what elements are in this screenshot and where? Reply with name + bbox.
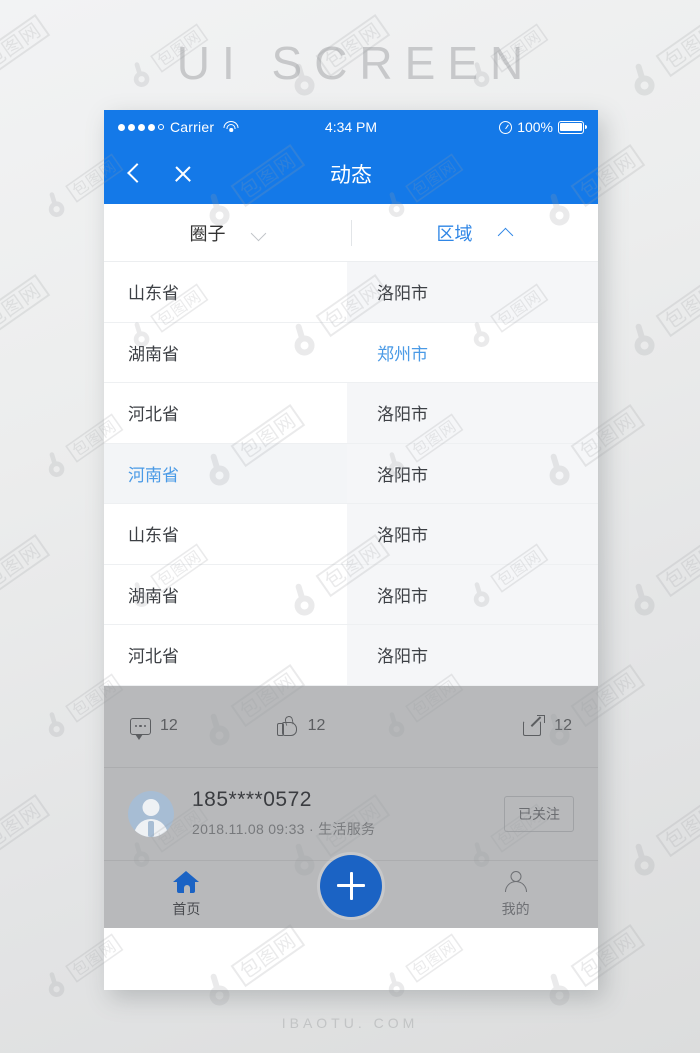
watermark-text: 包图网: [655, 273, 700, 338]
tab-profile-label: 我的: [501, 900, 530, 917]
region-dropdown-list: 山东省 洛阳市 湖南省 郑州市 河北省 洛阳市 河南省 洛阳市 山东省 洛阳市 …: [104, 262, 598, 686]
watermark-logo-icon: [38, 446, 75, 483]
signal-strength-icon: [118, 123, 164, 131]
table-row[interactable]: 湖南省 郑州市: [104, 322, 598, 383]
chevron-up-icon: [499, 226, 513, 240]
province-cell[interactable]: 河北省: [104, 383, 347, 443]
tab-home-label: 首页: [172, 900, 201, 917]
table-row[interactable]: 湖南省 洛阳市: [104, 564, 598, 625]
table-row[interactable]: 河北省 洛阳市: [104, 625, 598, 686]
watermark-text: 包图网: [0, 793, 51, 858]
watermark: 包图网: [620, 271, 700, 364]
city-cell[interactable]: 洛阳市: [347, 262, 598, 322]
filter-divider: [351, 220, 352, 246]
person-icon: [504, 870, 528, 893]
phone-mockup: Carrier 4:34 PM 100% 动态 圈子 区域 山东省 洛阳市 湖南…: [104, 110, 598, 990]
watermark-text: 包图网: [0, 533, 51, 598]
watermark: 包图网: [620, 791, 700, 884]
plus-icon[interactable]: [320, 854, 382, 917]
filter-circle[interactable]: 圈子: [104, 204, 351, 261]
carrier-label: Carrier: [170, 119, 215, 135]
dimmed-content: 12 12 12 185****0572 2018.11.08 09:33 · …: [104, 685, 598, 928]
watermark: 包图网: [620, 531, 700, 624]
province-cell[interactable]: 山东省: [104, 504, 347, 564]
tab-profile[interactable]: 我的: [433, 870, 598, 928]
table-row[interactable]: 河北省 洛阳市: [104, 383, 598, 444]
follow-button[interactable]: 已关注: [504, 795, 574, 832]
city-cell[interactable]: 郑州市: [347, 322, 598, 382]
home-icon: [173, 870, 200, 893]
publish-fab-wrapper: [320, 854, 382, 917]
post-action-bar: 12 12 12: [104, 686, 598, 768]
tab-home[interactable]: 首页: [104, 870, 269, 928]
filter-circle-label: 圈子: [189, 223, 226, 244]
city-cell[interactable]: 洛阳市: [347, 443, 598, 503]
post-info: 185****0572 2018.11.08 09:33 · 生活服务: [192, 788, 375, 839]
page-footer: IBAOTU. COM: [281, 1015, 419, 1031]
watermark-text: 包图网: [0, 273, 51, 338]
share-icon: [523, 715, 546, 736]
city-cell[interactable]: 洛阳市: [347, 564, 598, 624]
watermark-logo-icon: [620, 836, 667, 883]
battery-icon: [558, 120, 587, 134]
status-bar-right: 100%: [499, 119, 587, 135]
chevron-left-icon[interactable]: [122, 161, 148, 187]
battery-percent-label: 100%: [517, 119, 553, 135]
status-bar-left: Carrier: [118, 119, 239, 135]
tab-publish[interactable]: 发布: [269, 854, 434, 928]
watermark-logo-icon: [38, 966, 75, 1003]
watermark-text: 包图网: [655, 533, 700, 598]
province-cell[interactable]: 湖南省: [104, 322, 347, 382]
wifi-icon: [223, 121, 239, 133]
table-row[interactable]: 河南省 洛阳市: [104, 443, 598, 504]
watermark: 包图网: [0, 531, 53, 624]
table-row[interactable]: 山东省 洛阳市: [104, 262, 598, 323]
nav-bar: 动态: [104, 144, 598, 204]
like-action[interactable]: 12: [276, 714, 326, 737]
filter-region[interactable]: 区域: [351, 204, 598, 261]
share-action[interactable]: 12: [523, 715, 572, 736]
thumbs-up-icon: [276, 714, 299, 737]
chevron-down-icon: [252, 226, 266, 240]
comment-count: 12: [160, 717, 178, 734]
rotation-lock-icon: [499, 120, 513, 134]
province-cell[interactable]: 河北省: [104, 625, 347, 685]
tab-bar: 首页 发布 我的: [104, 854, 598, 928]
watermark-logo-icon: [620, 576, 667, 623]
watermark-text: 包图网: [655, 793, 700, 858]
watermark: 包图网: [0, 271, 53, 364]
post-timestamp: 2018.11.08 09:33 · 生活服务: [192, 821, 376, 837]
watermark-logo-icon: [38, 706, 75, 743]
share-count: 12: [554, 717, 572, 734]
city-cell[interactable]: 洛阳市: [347, 504, 598, 564]
table-row[interactable]: 山东省 洛阳市: [104, 504, 598, 565]
watermark: 包图网: [0, 791, 53, 884]
province-cell[interactable]: 山东省: [104, 262, 347, 322]
avatar-icon[interactable]: [128, 790, 174, 837]
comment-action[interactable]: 12: [130, 717, 178, 740]
city-cell[interactable]: 洛阳市: [347, 383, 598, 443]
post-username: 185****0572: [192, 788, 312, 811]
like-count: 12: [307, 717, 326, 734]
post-header: 185****0572 2018.11.08 09:33 · 生活服务 已关注: [104, 768, 598, 860]
filter-region-label: 区域: [436, 223, 473, 244]
filter-bar: 圈子 区域: [104, 204, 598, 262]
city-cell[interactable]: 洛阳市: [347, 625, 598, 685]
page-title: UI SCREEN: [176, 37, 536, 89]
province-cell[interactable]: 河南省: [104, 443, 347, 503]
province-cell[interactable]: 湖南省: [104, 564, 347, 624]
status-bar: Carrier 4:34 PM 100%: [104, 110, 598, 144]
comment-icon: [130, 717, 151, 740]
close-icon[interactable]: [170, 161, 196, 187]
watermark-logo-icon: [620, 316, 667, 363]
watermark-logo-icon: [38, 186, 75, 223]
